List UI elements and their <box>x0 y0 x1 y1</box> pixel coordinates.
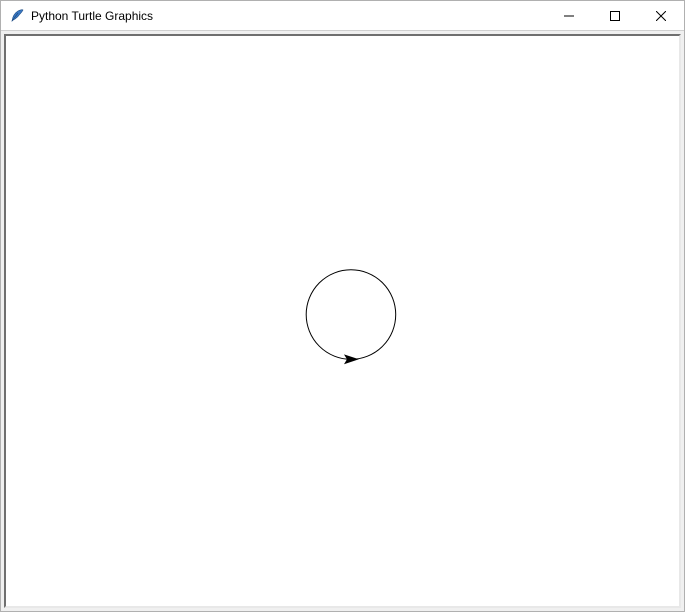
minimize-icon <box>564 11 574 21</box>
maximize-button[interactable] <box>592 1 638 30</box>
window-title: Python Turtle Graphics <box>31 9 546 23</box>
turtle-canvas <box>4 34 681 608</box>
drawn-circle <box>306 270 396 360</box>
app-window: Python Turtle Graphics <box>0 0 685 612</box>
drawing-surface <box>6 36 679 606</box>
close-button[interactable] <box>638 1 684 30</box>
titlebar[interactable]: Python Turtle Graphics <box>1 1 684 31</box>
canvas-frame <box>1 31 684 611</box>
window-controls <box>546 1 684 30</box>
close-icon <box>656 11 666 21</box>
minimize-button[interactable] <box>546 1 592 30</box>
maximize-icon <box>610 11 620 21</box>
feather-icon <box>9 8 25 24</box>
